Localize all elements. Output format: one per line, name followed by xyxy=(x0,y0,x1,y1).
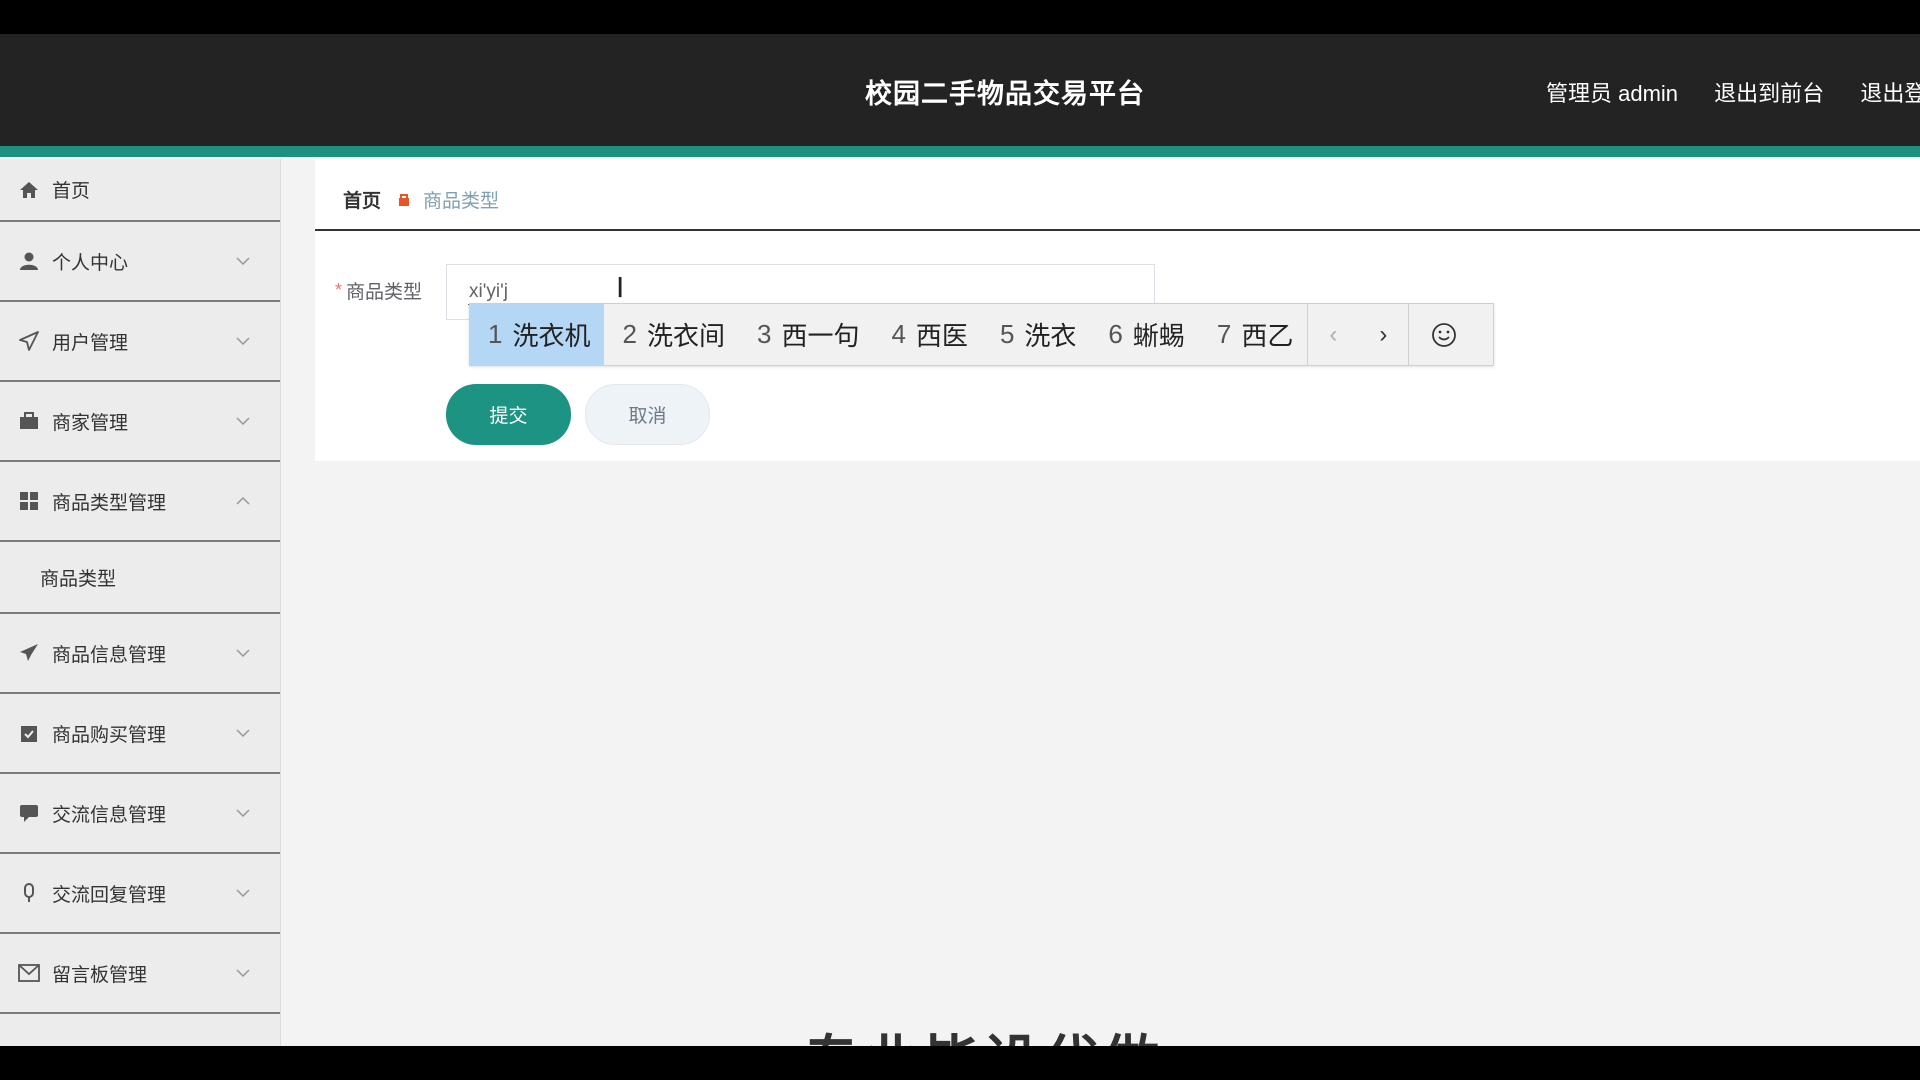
sidebar: 首页 个人中心 用户管理 商家管理 商品类型管理 商品类型 商品信息管理 商品购… xyxy=(0,159,281,1046)
sidebar-item-message-board[interactable]: 留言板管理 xyxy=(0,934,280,1014)
header-accent-stripe xyxy=(0,146,1920,157)
breadcrumb: 首页 商品类型 xyxy=(343,186,499,213)
sidebar-item-label: 留言板管理 xyxy=(52,964,148,986)
chevron-down-icon xyxy=(236,332,250,350)
chat-icon xyxy=(18,802,40,824)
ime-candidate[interactable]: 5 洗衣 xyxy=(982,304,1090,365)
ime-candidate[interactable]: 6 蜥蜴 xyxy=(1090,304,1198,365)
chevron-down-icon xyxy=(236,724,250,742)
sidebar-item-label: 交流回复管理 xyxy=(52,884,167,906)
chevron-up-icon xyxy=(236,492,250,510)
bottom-watermark-text: 专业毕设代做 xyxy=(803,1017,1163,1046)
sidebar-item-merchants[interactable]: 商家管理 xyxy=(0,382,280,462)
ime-candidate-text: 蜥蜴 xyxy=(1132,321,1185,351)
ime-candidate-number: 3 xyxy=(756,319,772,349)
required-mark: * xyxy=(335,280,343,300)
chevron-down-icon xyxy=(236,964,250,982)
admin-label: 管理员 admin xyxy=(1546,81,1679,106)
chevron-down-icon xyxy=(236,644,250,662)
mic-icon xyxy=(18,882,40,904)
sidebar-item-label: 商品类型管理 xyxy=(52,492,167,514)
sidebar-item-exchange-replies[interactable]: 交流回复管理 xyxy=(0,854,280,934)
ime-candidate[interactable]: 3 西一句 xyxy=(739,304,873,365)
ime-candidate-bar: 1 洗衣机 2 洗衣间 3 西一句 4 西医 5 洗衣 6 蜥蜴 7 西乙 ‹ › xyxy=(469,303,1494,366)
ime-candidate[interactable]: 4 西医 xyxy=(873,304,981,365)
breadcrumb-divider xyxy=(315,229,1920,231)
header-actions: 管理员 admin 退出到前台 退出登录 xyxy=(1546,76,1920,108)
app-screen: 校园二手物品交易平台 管理员 admin 退出到前台 退出登录 首页 个人中心 … xyxy=(0,34,1920,1046)
sidebar-item-users[interactable]: 用户管理 xyxy=(0,302,280,382)
briefcase-icon xyxy=(18,410,40,432)
breadcrumb-separator-icon xyxy=(397,193,411,207)
user-icon xyxy=(18,250,40,272)
home-icon xyxy=(18,179,40,201)
ime-candidate-number: 7 xyxy=(1216,319,1232,349)
exit-to-front-link[interactable]: 退出到前台 xyxy=(1714,81,1824,106)
ime-candidate-number: 5 xyxy=(999,319,1015,349)
emoji-icon[interactable] xyxy=(1409,304,1479,365)
clipboard-icon xyxy=(18,722,40,744)
sidebar-item-personal[interactable]: 个人中心 xyxy=(0,222,280,302)
sidebar-item-label: 商家管理 xyxy=(52,412,129,434)
breadcrumb-home[interactable]: 首页 xyxy=(343,186,381,213)
sidebar-item-purchases[interactable]: 商品购买管理 xyxy=(0,694,280,774)
ime-candidate-number: 1 xyxy=(488,319,503,349)
sidebar-item-label: 商品信息管理 xyxy=(52,644,167,666)
sidebar-item-product-types[interactable]: 商品类型管理 xyxy=(0,462,280,542)
ime-candidate-text: 西一句 xyxy=(781,321,860,351)
ime-candidate-text: 洗衣 xyxy=(1024,321,1077,351)
ime-candidate[interactable]: 7 西乙 xyxy=(1199,304,1307,365)
chevron-down-icon xyxy=(236,884,250,902)
mail-icon xyxy=(18,962,40,984)
sidebar-item-label: 用户管理 xyxy=(52,332,129,354)
sidebar-item-label: 个人中心 xyxy=(52,252,129,274)
ime-next-page-icon[interactable]: › xyxy=(1358,304,1408,365)
breadcrumb-current: 商品类型 xyxy=(423,191,500,212)
product-type-label: 商品类型 xyxy=(346,282,423,303)
form-label-row: * 商品类型 xyxy=(335,277,422,304)
sidebar-subitem-product-type[interactable]: 商品类型 xyxy=(0,542,280,614)
ime-candidate-text: 洗衣间 xyxy=(646,321,725,351)
submit-button[interactable]: 提交 xyxy=(446,384,571,445)
sidebar-subitem-label: 商品类型 xyxy=(40,568,117,590)
text-cursor-icon: I xyxy=(616,271,625,304)
ime-candidate-number: 6 xyxy=(1108,319,1123,349)
sidebar-item-product-info[interactable]: 商品信息管理 xyxy=(0,614,280,694)
sidebar-item-label: 交流信息管理 xyxy=(52,804,167,826)
ime-candidate-number: 4 xyxy=(891,319,906,349)
sidebar-item-exchange-info[interactable]: 交流信息管理 xyxy=(0,774,280,854)
chevron-down-icon xyxy=(236,252,250,270)
logout-link[interactable]: 退出登录 xyxy=(1860,81,1920,106)
cancel-button[interactable]: 取消 xyxy=(585,384,710,445)
ime-candidate[interactable]: 2 洗衣间 xyxy=(604,304,738,365)
grid-icon xyxy=(18,490,40,512)
ime-candidate-number: 2 xyxy=(622,319,637,349)
ime-candidate-text: 西医 xyxy=(915,321,968,351)
paper-plane-icon xyxy=(18,642,40,664)
ime-candidate[interactable]: 1 洗衣机 xyxy=(470,304,605,365)
chevron-down-icon xyxy=(236,804,250,822)
chevron-down-icon xyxy=(236,412,250,430)
send-icon xyxy=(18,330,40,352)
sidebar-item-home[interactable]: 首页 xyxy=(0,159,280,222)
top-header: 校园二手物品交易平台 管理员 admin 退出到前台 退出登录 xyxy=(0,34,1920,146)
ime-candidate-text: 洗衣机 xyxy=(512,321,591,351)
ime-candidate-text: 西乙 xyxy=(1241,321,1294,351)
ime-prev-page-icon[interactable]: ‹ xyxy=(1308,304,1358,365)
sidebar-item-label: 商品购买管理 xyxy=(52,724,167,746)
sidebar-item-label: 首页 xyxy=(52,181,91,202)
